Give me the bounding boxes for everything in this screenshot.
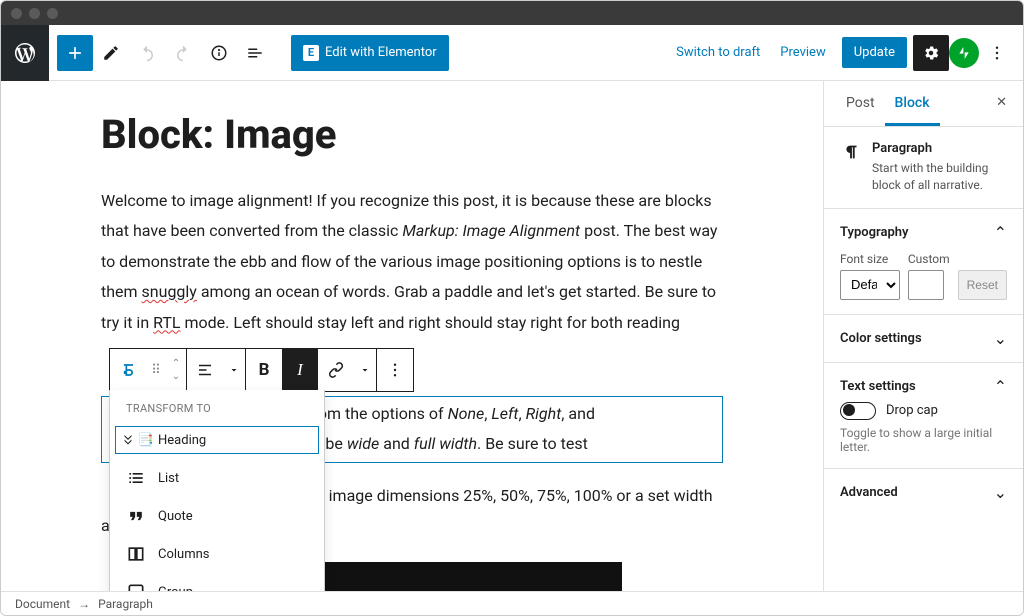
format-dropdown[interactable] (354, 349, 376, 391)
wordpress-logo[interactable] (1, 25, 49, 81)
typography-toggle[interactable]: Typography ⌃ (840, 223, 1007, 242)
tab-post[interactable]: Post (836, 81, 885, 126)
color-settings-toggle[interactable]: Color settings ⌄ (840, 329, 1007, 348)
color-settings-panel: Color settings ⌄ (824, 315, 1023, 363)
sidebar-tabs: Post Block ✕ (824, 81, 1023, 127)
close-dot[interactable] (11, 8, 22, 19)
page-title[interactable]: Block: Image (101, 111, 723, 158)
text-settings-panel: Text settings ⌃ Drop cap Toggle to show … (824, 363, 1023, 469)
block-toolbar: ⠿ ⌃⌄ B I (109, 348, 414, 392)
chevron-down-icon: ⌄ (994, 329, 1007, 348)
block-info-panel: Paragraph Start with the building block … (824, 127, 1023, 209)
elementor-label: Edit with Elementor (325, 45, 437, 60)
editor-topbar: E Edit with Elementor Switch to draft Pr… (1, 25, 1023, 81)
drop-cap-toggle[interactable] (840, 402, 876, 420)
transform-item-quote[interactable]: Quote (110, 497, 324, 535)
custom-label: Custom (908, 252, 950, 266)
add-block-button[interactable] (57, 35, 93, 71)
font-size-select[interactable]: Default (840, 270, 900, 300)
breadcrumb-paragraph[interactable]: Paragraph (98, 597, 153, 611)
settings-sidebar: Post Block ✕ Paragraph Start with the bu… (823, 81, 1023, 615)
transform-menu: TRANSFORM TO 📑Heading List Quote Columns… (109, 390, 325, 615)
info-button[interactable] (201, 35, 237, 71)
breadcrumb-footer: Document → Paragraph (1, 591, 1023, 615)
chevron-up-icon: ⌃ (994, 377, 1007, 396)
transform-item-heading[interactable]: 📑Heading (110, 421, 324, 459)
transform-item-columns[interactable]: Columns (110, 535, 324, 573)
italic-button[interactable]: I (282, 349, 318, 391)
drag-handle[interactable]: ⠿ (146, 349, 166, 391)
advanced-panel: Advanced ⌄ (824, 469, 1023, 516)
settings-button[interactable] (913, 35, 949, 71)
more-options-button[interactable] (979, 35, 1015, 71)
quote-icon (126, 506, 146, 526)
drop-cap-label: Drop cap (886, 403, 938, 418)
jetpack-button[interactable] (949, 38, 979, 68)
preview-button[interactable]: Preview (770, 39, 835, 66)
paragraph-1[interactable]: Welcome to image alignment! If you recog… (101, 186, 723, 338)
minimize-dot[interactable] (29, 8, 40, 19)
block-more-button[interactable] (377, 349, 413, 391)
reset-button[interactable]: Reset (958, 270, 1007, 300)
list-icon (126, 468, 146, 488)
chevron-down-icon: ⌄ (994, 483, 1007, 502)
zoom-dot[interactable] (47, 8, 58, 19)
link-button[interactable] (318, 349, 354, 391)
bold-button[interactable]: B (246, 349, 282, 391)
undo-button[interactable] (129, 35, 165, 71)
elementor-icon: E (303, 45, 319, 61)
align-button[interactable] (187, 349, 223, 391)
custom-size-input[interactable] (908, 270, 944, 300)
edit-mode-icon[interactable] (93, 35, 129, 71)
typography-panel: Typography ⌃ Font size Default Custom Re… (824, 209, 1023, 315)
editor-canvas[interactable]: Block: Image Welcome to image alignment!… (1, 81, 823, 615)
block-type-button[interactable] (110, 349, 146, 391)
align-dropdown[interactable] (223, 349, 245, 391)
edit-with-elementor-button[interactable]: E Edit with Elementor (291, 35, 449, 71)
block-name: Paragraph (872, 141, 1007, 156)
transform-item-list[interactable]: List (110, 459, 324, 497)
move-arrows[interactable]: ⌃⌄ (166, 349, 186, 391)
redo-button[interactable] (165, 35, 201, 71)
chevron-up-icon: ⌃ (994, 223, 1007, 242)
close-sidebar-button[interactable]: ✕ (992, 81, 1011, 126)
paragraph-icon (840, 141, 862, 194)
macos-titlebar (1, 1, 1023, 25)
block-description: Start with the building block of all nar… (872, 160, 1007, 194)
breadcrumb-arrow: → (78, 597, 90, 611)
drop-cap-hint: Toggle to show a large initial letter. (840, 426, 1007, 454)
advanced-toggle[interactable]: Advanced ⌄ (840, 483, 1007, 502)
transform-label: TRANSFORM TO (110, 390, 324, 421)
font-size-label: Font size (840, 252, 900, 266)
breadcrumb-document[interactable]: Document (15, 597, 70, 611)
switch-to-draft-button[interactable]: Switch to draft (666, 39, 770, 66)
columns-icon (126, 544, 146, 564)
text-settings-toggle[interactable]: Text settings ⌃ (840, 377, 1007, 396)
outline-button[interactable] (237, 35, 273, 71)
update-button[interactable]: Update (842, 37, 907, 68)
tab-block[interactable]: Block (885, 81, 940, 126)
heading-icon: 📑 (126, 430, 146, 450)
